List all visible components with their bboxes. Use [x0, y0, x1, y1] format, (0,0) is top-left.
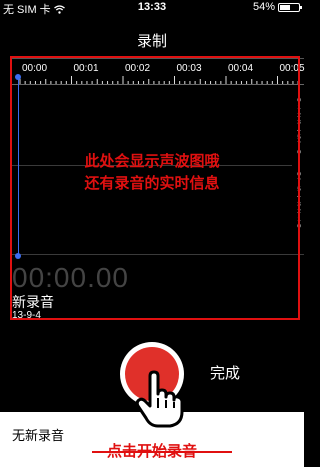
battery-percent: 54%	[252, 1, 275, 13]
pointer-hand-icon	[135, 370, 184, 428]
annotation-underline	[92, 451, 232, 453]
done-button[interactable]: 完成	[210, 362, 240, 383]
recording-name[interactable]: 新录音	[12, 292, 54, 312]
battery-icon	[278, 2, 302, 12]
battery-status: 54%	[252, 1, 302, 13]
annotation-line-1: 此处会显示声波图哦	[84, 153, 220, 170]
annotation-line-2: 还有录音的实时信息	[84, 175, 220, 192]
recording-date: 13-9-4	[12, 310, 41, 321]
page-title: 录制	[136, 33, 167, 50]
status-bar: 无 SIM 卡 13:33 54%	[0, 0, 304, 16]
recording-timer: 00:00.00	[12, 262, 129, 293]
